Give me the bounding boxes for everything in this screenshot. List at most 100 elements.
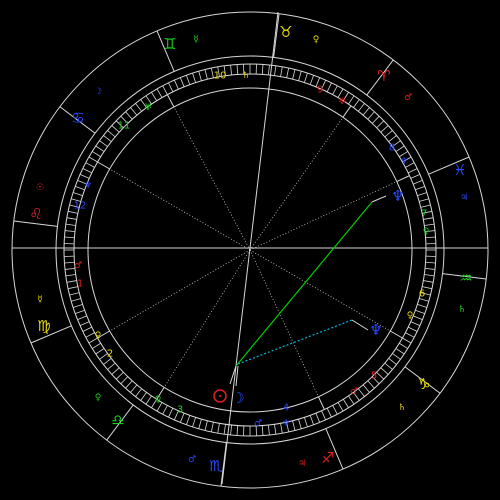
house-number: 1 <box>77 279 83 290</box>
house-cusp-line <box>249 117 344 251</box>
degree-tick <box>236 64 239 75</box>
house-number: 8 <box>389 143 395 154</box>
degree-tick <box>315 413 321 423</box>
mars-house-ruler-icon: ♂ <box>350 387 358 397</box>
mercury-ruler-icon: ☿ <box>37 295 43 305</box>
degree-tick <box>292 69 296 80</box>
house-cusp-line <box>396 175 410 182</box>
degree-tick <box>77 315 87 321</box>
degree-tick <box>67 210 78 214</box>
degree-tick <box>162 405 168 415</box>
degree-tick <box>145 395 152 405</box>
degree-tick <box>99 140 108 147</box>
saturn-ruler-icon: ♄ <box>458 305 466 315</box>
degree-tick <box>380 367 389 375</box>
degree-tick <box>173 79 179 90</box>
degree-tick <box>85 332 95 338</box>
degree-tick <box>425 236 436 239</box>
degree-tick <box>85 162 95 168</box>
cusp-marks: ♆ <box>282 419 290 429</box>
degree-tick <box>332 405 338 415</box>
mars-house-ruler-icon: ♂ <box>254 419 262 429</box>
degree-tick <box>298 71 302 81</box>
degree-tick <box>198 71 202 81</box>
aries-sign-icon: ♈ <box>377 67 390 85</box>
sign-rulers: ♂ ♀ ☿ ☽ ☉ ☿ ♀ ♂ ♃ ♄ ♄ ♃ <box>36 35 468 469</box>
house-number: 6 <box>419 289 425 300</box>
degree-tick <box>103 135 112 142</box>
scorpio-sign-icon: ♏ <box>209 457 223 475</box>
venus-house-ruler-icon: ♀ <box>423 227 430 237</box>
degree-tick <box>413 315 423 321</box>
cancer-sign-icon: ♋ <box>71 109 84 127</box>
degree-tick <box>64 230 76 233</box>
degree-tick <box>65 223 76 226</box>
degree-tick <box>72 192 83 196</box>
house-cusp-line <box>109 249 251 332</box>
degree-tick <box>420 204 431 208</box>
degree-tick <box>424 274 435 277</box>
degree-tick <box>95 348 105 355</box>
degree-tick <box>236 425 239 436</box>
uranus-house-ruler-icon: ♅ <box>144 103 152 113</box>
degree-tick <box>107 362 116 370</box>
degree-tick <box>395 348 405 355</box>
degree-tick <box>130 384 138 393</box>
degree-tick <box>69 292 80 296</box>
degree-tick <box>192 72 196 83</box>
aspect-line-sextile <box>237 319 353 365</box>
degree-tick <box>367 380 375 389</box>
degree-tick <box>156 88 163 98</box>
degree-tick <box>64 261 75 264</box>
house-cusp-line <box>249 249 319 397</box>
gemini-sign-icon: ♊ <box>163 35 176 53</box>
jupiter-ruler-icon: ♃ <box>298 459 306 469</box>
degree-tick <box>292 420 296 431</box>
degree-tick <box>204 420 208 431</box>
degree-tick <box>274 424 277 435</box>
house-cusp-line <box>318 396 325 410</box>
capricorn-sign-icon: ♑ <box>417 375 430 393</box>
jupiter-ruler-icon: ♃ <box>460 193 468 203</box>
degree-tick <box>415 309 425 314</box>
degree-tick <box>415 186 425 191</box>
degree-tick <box>304 417 308 428</box>
degree-tick <box>82 168 92 174</box>
house-cusp-line <box>109 168 251 251</box>
mars-house-ruler-icon: ♂ <box>74 261 82 271</box>
degree-tick <box>405 332 415 338</box>
degree-tick <box>66 280 77 283</box>
degree-tick <box>92 342 101 349</box>
neptune-planet-icon: ♆ <box>369 321 382 339</box>
degree-tick <box>72 304 83 308</box>
degree-tick <box>261 425 264 436</box>
degree-tick <box>298 419 302 429</box>
degree-tick <box>64 236 75 239</box>
degree-tick <box>223 424 226 435</box>
mars-ruler-icon: ♂ <box>188 455 196 465</box>
degree-tick <box>95 145 105 152</box>
degree-tick <box>388 358 397 365</box>
house-cusp-line <box>249 181 397 251</box>
degree-tick <box>395 145 405 152</box>
degree-tick <box>217 423 220 434</box>
venus-house-ruler-icon: ♀ <box>155 395 162 405</box>
uranus-house-ruler-icon: ♅ <box>338 97 346 107</box>
house-cusp-line <box>173 106 251 251</box>
degree-tick <box>71 298 81 302</box>
degree-tick <box>230 64 233 76</box>
virgo-sign-icon: ♍ <box>37 317 50 335</box>
degree-tick <box>384 130 393 138</box>
degree-tick <box>413 179 423 185</box>
house-cusp-line <box>163 249 251 388</box>
aspect-line-trine <box>235 201 373 367</box>
house-number: 10 <box>214 71 227 82</box>
degree-tick <box>326 82 332 92</box>
house-number: 7 <box>421 209 427 220</box>
degree-tick <box>417 304 428 308</box>
degree-tick <box>332 85 338 95</box>
degree-tick <box>111 367 120 375</box>
sagittarius-sign-icon: ♐ <box>321 449 334 467</box>
degree-tick <box>326 408 332 418</box>
aquarius-sign-icon: ♒ <box>459 269 472 287</box>
